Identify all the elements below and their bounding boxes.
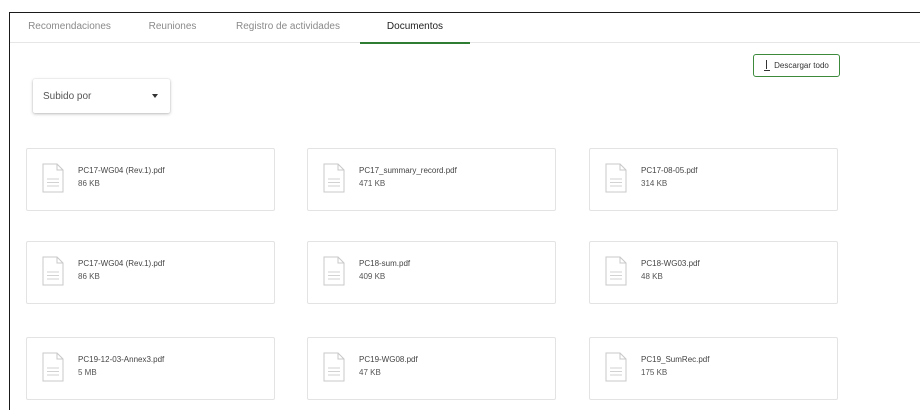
document-size: 175 KB — [641, 368, 668, 377]
tab-recomendaciones[interactable]: Recomendaciones — [10, 13, 129, 43]
document-name[interactable]: PC17_summary_record.pdf — [359, 166, 457, 175]
file-document-icon — [605, 163, 627, 193]
documents-panel: Recomendaciones Reuniones Registro de ac… — [9, 12, 920, 410]
document-name[interactable]: PC17-08-05.pdf — [641, 166, 697, 175]
uploaded-by-filter-dropdown[interactable]: Subido por — [33, 79, 170, 113]
tab-bar: Recomendaciones Reuniones Registro de ac… — [10, 13, 920, 44]
document-card[interactable]: PC18-WG03.pdf 48 KB — [589, 241, 838, 304]
document-size: 47 KB — [359, 368, 381, 377]
document-name[interactable]: PC19-12-03-Annex3.pdf — [78, 355, 164, 364]
caret-down-icon — [152, 94, 158, 98]
document-card[interactable]: PC19_SumRec.pdf 175 KB — [589, 337, 838, 400]
document-name[interactable]: PC18-sum.pdf — [359, 259, 410, 268]
document-card[interactable]: PC17-WG04 (Rev.1).pdf 86 KB — [26, 241, 275, 304]
document-size: 86 KB — [78, 272, 100, 281]
file-document-icon — [323, 256, 345, 286]
document-card[interactable]: PC19-12-03-Annex3.pdf 5 MB — [26, 337, 275, 400]
tab-reuniones[interactable]: Reuniones — [129, 13, 216, 43]
document-card[interactable]: PC19-WG08.pdf 47 KB — [307, 337, 556, 400]
file-document-icon — [42, 256, 64, 286]
document-size: 5 MB — [78, 368, 97, 377]
document-size: 314 KB — [641, 179, 668, 188]
file-document-icon — [42, 352, 64, 382]
tab-registro-de-actividades[interactable]: Registro de actividades — [216, 13, 360, 43]
document-name[interactable]: PC19_SumRec.pdf — [641, 355, 709, 364]
document-name[interactable]: PC18-WG03.pdf — [641, 259, 700, 268]
document-size: 471 KB — [359, 179, 386, 188]
file-document-icon — [605, 256, 627, 286]
document-card[interactable]: PC17-08-05.pdf 314 KB — [589, 148, 838, 211]
file-document-icon — [605, 352, 627, 382]
file-document-icon — [323, 352, 345, 382]
document-name[interactable]: PC17-WG04 (Rev.1).pdf — [78, 259, 165, 268]
document-size: 48 KB — [641, 272, 663, 281]
document-name[interactable]: PC19-WG08.pdf — [359, 355, 418, 364]
document-card[interactable]: PC17_summary_record.pdf 471 KB — [307, 148, 556, 211]
document-name[interactable]: PC17-WG04 (Rev.1).pdf — [78, 166, 165, 175]
download-all-label: Descargar todo — [774, 61, 829, 70]
file-document-icon — [323, 163, 345, 193]
document-card[interactable]: PC17-WG04 (Rev.1).pdf 86 KB — [26, 148, 275, 211]
document-card[interactable]: PC18-sum.pdf 409 KB — [307, 241, 556, 304]
document-size: 86 KB — [78, 179, 100, 188]
filter-selected-value: Subido por — [43, 90, 92, 102]
file-document-icon — [42, 163, 64, 193]
document-size: 409 KB — [359, 272, 386, 281]
tab-documentos[interactable]: Documentos — [360, 13, 470, 44]
download-all-button[interactable]: Descargar todo — [753, 54, 840, 77]
download-icon — [764, 60, 771, 71]
